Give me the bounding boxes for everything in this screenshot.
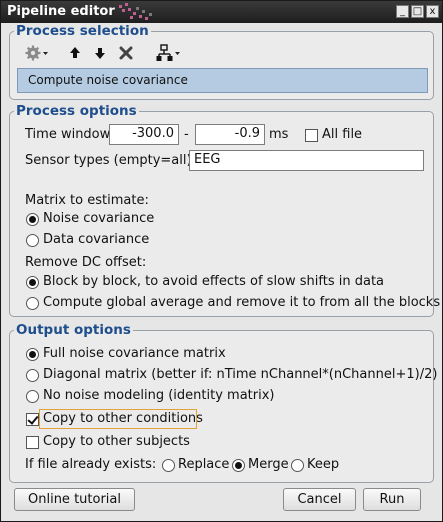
dc-block-radio[interactable] (26, 276, 39, 289)
exists-keep-radio[interactable] (291, 459, 304, 472)
cov-full-label: Full noise covariance matrix (43, 346, 226, 361)
titlebar-pattern-icon (119, 3, 152, 20)
time-start-field[interactable]: -300.0 (109, 124, 179, 145)
title-bar[interactable]: Pipeline editor _ □ x (1, 1, 442, 23)
file-exists-label: If file already exists: (25, 457, 157, 472)
cov-full-radio[interactable] (26, 348, 39, 361)
cov-diagonal-radio[interactable] (26, 369, 39, 382)
minimize-button[interactable]: _ (396, 5, 409, 18)
time-unit-label: ms (269, 127, 289, 142)
cancel-button[interactable]: Cancel (283, 488, 356, 511)
maximize-button[interactable]: □ (411, 5, 424, 18)
time-window-label: Time window: (25, 127, 114, 142)
dc-offset-label: Remove DC offset: (25, 255, 147, 270)
exists-replace-radio[interactable] (162, 459, 175, 472)
move-down-icon[interactable] (94, 44, 106, 62)
selected-process-item[interactable]: Compute noise covariance (17, 68, 428, 93)
dc-global-label: Compute global average and remove it to … (43, 295, 441, 310)
run-button[interactable]: Run (363, 488, 421, 511)
process-options-legend: Process options (16, 103, 137, 119)
copy-conditions-label: Copy to other conditions (43, 411, 203, 426)
matrix-data-radio[interactable] (26, 234, 39, 247)
cov-identity-label: No noise modeling (identity matrix) (43, 388, 275, 403)
sensor-types-input[interactable]: EEG (189, 150, 424, 171)
close-button[interactable]: x (426, 5, 439, 18)
exists-replace-label: Replace (178, 457, 230, 472)
matrix-label: Matrix to estimate: (25, 193, 149, 208)
pipeline-tree-icon[interactable] (156, 44, 182, 62)
exists-merge-radio[interactable] (232, 459, 245, 472)
time-separator: - (184, 127, 189, 142)
cov-diagonal-label: Diagonal matrix (better if: nTime nChann… (43, 367, 438, 382)
output-options-legend: Output options (16, 322, 131, 338)
matrix-noise-label: Noise covariance (43, 211, 155, 226)
gear-menu-icon[interactable] (25, 44, 49, 62)
delete-icon[interactable] (119, 44, 133, 62)
window-title: Pipeline editor (7, 4, 115, 19)
exists-merge-label: Merge (248, 457, 289, 472)
dc-block-label: Block by block, to avoid effects of slow… (43, 274, 385, 289)
online-tutorial-button[interactable]: Online tutorial (14, 488, 135, 511)
sensor-types-label: Sensor types (empty=all): (25, 153, 196, 168)
time-end-field[interactable]: -0.9 (195, 124, 265, 145)
pipeline-editor-window: Pipeline editor _ □ x Process selection (0, 0, 443, 522)
move-up-icon[interactable] (69, 44, 81, 62)
copy-subjects-label: Copy to other subjects (43, 434, 190, 449)
matrix-data-label: Data covariance (43, 232, 150, 247)
all-file-checkbox[interactable] (305, 129, 318, 142)
matrix-noise-radio[interactable] (26, 213, 39, 226)
all-file-label: All file (322, 127, 363, 142)
copy-conditions-checkbox[interactable] (26, 413, 39, 426)
exists-keep-label: Keep (307, 457, 340, 472)
copy-subjects-checkbox[interactable] (26, 436, 39, 449)
cov-identity-radio[interactable] (26, 390, 39, 403)
dc-global-radio[interactable] (26, 297, 39, 310)
process-selection-legend: Process selection (16, 23, 149, 39)
